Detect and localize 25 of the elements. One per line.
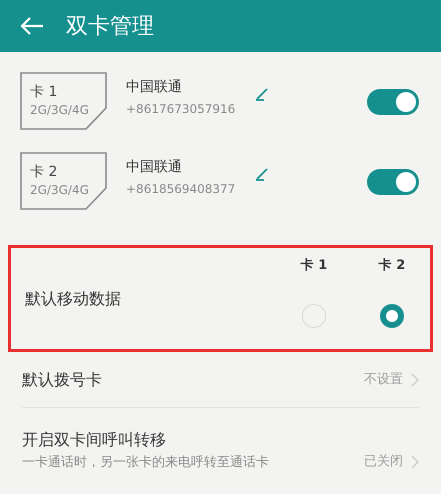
column-header: 卡 1 [300,258,328,274]
page-title: 双卡管理 [66,12,154,40]
toggle-switch[interactable] [367,89,419,115]
setting-title: 默认拨号卡 [22,368,103,390]
chevron-icon [411,372,419,386]
back-arrow-icon[interactable] [20,16,44,36]
phone-number: +8618569408377 [126,181,236,198]
setting-value[interactable]: 已关闭 [364,452,403,472]
sim-slot-label: 卡 2 [30,163,58,181]
sim-network-types: 2G/3G/4G [30,102,90,119]
setting-description: 一卡通话时，另一张卡的来电呼转至通话卡 [22,454,270,472]
setting-value[interactable]: 不设置 [364,370,403,390]
carrier-name: 中国联通 [126,78,183,97]
sim-slot-label: 卡 1 [30,83,58,101]
carrier-name: 中国联通 [126,158,183,177]
sim-network-types: 2G/3G/4G [30,182,90,199]
chevron-icon [411,454,419,469]
setting-title: 开启双卡间呼叫转移 [22,429,167,451]
toggle-switch[interactable] [367,169,419,195]
phone-number: +8617673057916 [126,101,236,118]
edit-pencil-icon[interactable] [254,166,270,182]
column-header: 卡 2 [378,258,406,274]
setting-label: 默认移动数据 [25,288,122,310]
radio-button[interactable] [380,304,404,328]
edit-pencil-icon[interactable] [254,86,270,102]
